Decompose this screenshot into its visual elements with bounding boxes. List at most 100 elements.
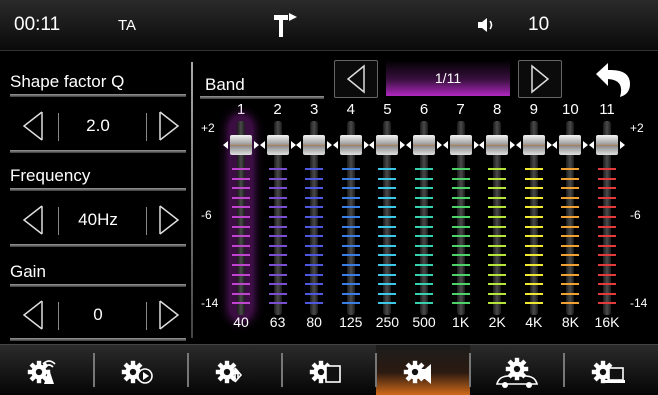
eq-level-line [598, 187, 616, 190]
frequency-increase-button[interactable] [150, 203, 184, 237]
eq-level-line [561, 177, 580, 180]
divider [146, 302, 147, 330]
media-settings-icon [121, 360, 153, 384]
eq-level-line [415, 244, 433, 247]
eq-level-line [378, 187, 397, 190]
eq-level-line [305, 264, 324, 266]
tab-display-settings[interactable] [282, 345, 376, 395]
eq-level-line [268, 292, 287, 295]
eq-level-line [305, 235, 324, 238]
tab-media-settings[interactable] [94, 345, 188, 395]
eq-level-line [524, 254, 543, 257]
eq-level-line [341, 273, 360, 276]
eq-level-line [451, 283, 470, 286]
divider [10, 244, 186, 247]
eq-level-line [232, 292, 250, 295]
eq-level-line [561, 196, 580, 199]
tab-antenna-settings[interactable] [0, 345, 94, 395]
gain-arrow-right-icon [290, 141, 296, 150]
eq-level-line [268, 235, 287, 238]
eq-level-line [488, 196, 507, 199]
eq-level-line [232, 235, 250, 238]
eq-level-line [268, 196, 287, 199]
eq-level-line [415, 264, 433, 266]
eq-level-line [341, 206, 360, 209]
band-label: Band [205, 75, 245, 94]
eq-level-line [268, 264, 287, 266]
gain-arrow-right-icon [327, 141, 333, 150]
tab-bluetooth-settings[interactable] [188, 345, 282, 395]
eq-slider-knob[interactable] [266, 135, 289, 156]
eq-level-line [598, 283, 616, 286]
band-frequency-label: 500 [412, 314, 436, 330]
eq-level-line [378, 264, 397, 266]
eq-slider-knob[interactable] [339, 135, 362, 156]
tab-audio-settings[interactable] [376, 345, 470, 395]
eq-level-line [451, 177, 470, 180]
eq-level-line [451, 235, 470, 238]
eq-slider-knob[interactable] [559, 135, 582, 156]
eq-level-line [561, 283, 580, 286]
gain-decrease-button[interactable] [18, 298, 52, 332]
eq-level-line [341, 292, 360, 295]
shape-factor-decrease-button[interactable] [18, 109, 52, 143]
eq-slider-knob[interactable] [596, 135, 618, 156]
eq-level-line [524, 273, 543, 276]
eq-level-line [341, 244, 360, 247]
band-prev-button[interactable] [334, 60, 378, 98]
eq-level-line [561, 187, 580, 190]
eq-level-line [268, 283, 287, 286]
eq-slider-knob[interactable] [376, 135, 399, 156]
eq-level-line [341, 283, 360, 286]
eq-level-line [415, 292, 433, 295]
eq-level-line [524, 168, 543, 170]
frequency-decrease-button[interactable] [18, 203, 52, 237]
band-next-button[interactable] [518, 60, 562, 98]
eq-level-line [524, 177, 543, 180]
back-button[interactable] [578, 58, 654, 98]
eq-slider-knob[interactable] [486, 135, 509, 156]
eq-level-line [488, 216, 507, 218]
eq-level-line [451, 216, 470, 218]
gain-arrow-right-icon [254, 141, 259, 150]
gain-arrow-left-icon [442, 141, 448, 150]
eq-level-line [305, 196, 324, 199]
band-frequency-label: 80 [306, 314, 322, 330]
eq-level-line [561, 235, 580, 238]
gain-arrow-left-icon [552, 141, 558, 150]
eq-level-line [488, 254, 507, 257]
eq-slider-knob[interactable] [413, 135, 435, 156]
eq-slider-knob[interactable] [522, 135, 545, 156]
divider [10, 94, 186, 97]
eq-slider-knob[interactable] [230, 135, 252, 156]
eq-level-line [378, 292, 397, 295]
eq-level-line [378, 302, 397, 305]
shape-factor-increase-button[interactable] [150, 109, 184, 143]
eq-level-line [268, 254, 287, 257]
gain-axis-label: -6 [630, 208, 641, 222]
eq-level-line [232, 302, 250, 305]
eq-level-line [415, 225, 433, 228]
eq-level-line [415, 302, 433, 305]
eq-level-line [378, 235, 397, 238]
tab-vehicle-settings[interactable] [470, 345, 564, 395]
eq-slider-knob[interactable] [303, 135, 326, 156]
band-number: 7 [456, 101, 465, 118]
tab-system-settings[interactable] [564, 345, 658, 395]
eq-level-line [524, 283, 543, 286]
eq-level-line [378, 283, 397, 286]
band-frequency-label: 1K [452, 314, 470, 330]
navigation-logo-icon[interactable] [271, 10, 299, 40]
band-number: 6 [419, 101, 429, 118]
eq-level-line [341, 168, 360, 170]
antenna-settings-icon [27, 360, 56, 384]
eq-level-line [561, 264, 580, 266]
eq-slider-knob[interactable] [449, 135, 472, 156]
eq-level-line [268, 177, 287, 180]
eq-level-line [341, 177, 360, 180]
eq-level-line [561, 302, 580, 305]
gain-increase-button[interactable] [150, 298, 184, 332]
eq-level-line [232, 254, 250, 257]
eq-level-line [524, 225, 543, 228]
eq-level-line [488, 168, 507, 170]
